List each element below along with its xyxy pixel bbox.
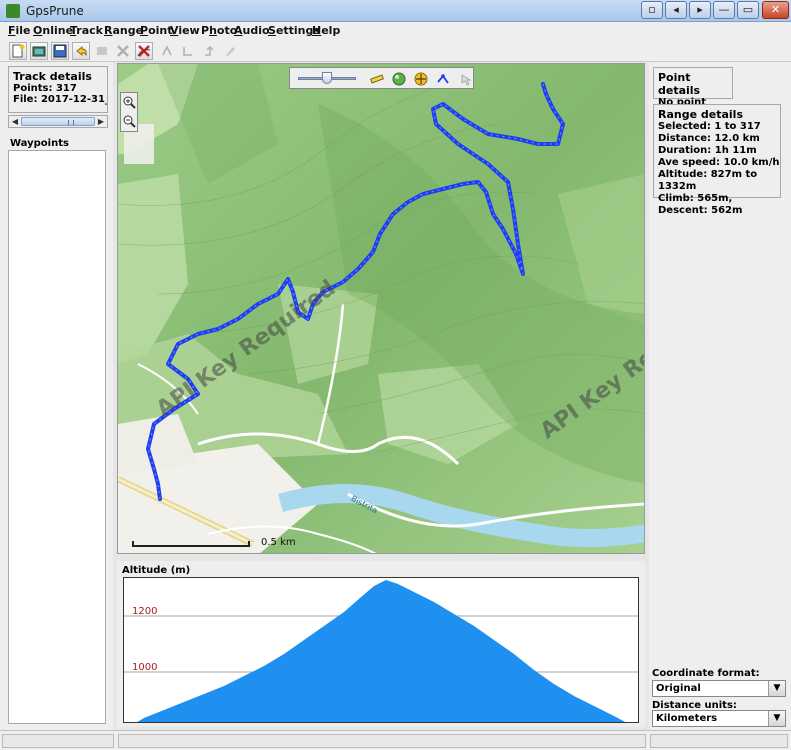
map-controls (289, 67, 474, 89)
menu-point[interactable]: Point (140, 24, 172, 37)
title-bar: GpsPrune ▫ ◂ ▸ — ▭ ✕ (0, 0, 791, 22)
delete-point-icon (117, 45, 129, 57)
close-button[interactable]: ✕ (762, 1, 789, 19)
app-icon (6, 4, 20, 18)
distance-units-select[interactable]: Kilometers ▼ (652, 710, 786, 727)
waypoints-list[interactable] (8, 150, 106, 724)
open-file-icon (32, 46, 46, 57)
range-distance: Distance: 12.0 km (658, 133, 760, 144)
undo-icon (76, 45, 87, 57)
altitude-chart (124, 580, 638, 722)
zoom-in-icon (123, 96, 136, 109)
connect-points-icon[interactable] (436, 72, 450, 86)
chevron-down-icon[interactable]: ▼ (768, 681, 785, 696)
delete-point-button[interactable] (114, 42, 132, 60)
zoom-out-button[interactable] (122, 114, 136, 130)
range-details-title: Range details (658, 108, 743, 121)
minimize-button[interactable]: — (713, 1, 735, 19)
menu-file[interactable]: File (8, 24, 31, 37)
coordinate-format-select[interactable]: Original ▼ (652, 680, 786, 697)
edit-mode-icon[interactable] (458, 72, 472, 86)
altitude-profile-panel: Altitude (m) 1200 1000 (117, 561, 645, 727)
coordinate-format-label: Coordinate format: (652, 668, 760, 679)
save-icon (53, 44, 67, 58)
delete-range-button[interactable] (135, 42, 153, 60)
interpolate-icon (183, 47, 192, 56)
undo-button[interactable] (72, 42, 90, 60)
edit-point-icon (97, 47, 107, 55)
map-view[interactable]: API Key Required API Key Re 0.5 km Bistr… (117, 63, 645, 554)
menu-online[interactable]: Online (33, 24, 73, 37)
menu-view[interactable]: View (170, 24, 200, 37)
distance-units-value: Kilometers (656, 713, 718, 724)
pan-icon[interactable] (414, 72, 428, 86)
range-climb: Climb: 565m, Descent: 562m (658, 193, 743, 216)
delete-range-icon (137, 45, 151, 57)
menu-help[interactable]: Help (312, 24, 340, 37)
interpolate-button[interactable] (179, 42, 197, 60)
altitude-profile-title: Altitude (m) (122, 565, 191, 576)
window-forward-button[interactable]: ▸ (689, 1, 711, 19)
menu-audio[interactable]: Audio (234, 24, 270, 37)
menu-track[interactable]: Track (70, 24, 103, 37)
altitude-area (137, 580, 626, 722)
coordinate-format-value: Original (656, 683, 701, 694)
zoom-buttons (120, 92, 138, 132)
menu-range[interactable]: Range (104, 24, 143, 37)
menu-photo[interactable]: Photo (201, 24, 237, 37)
scroll-left-icon[interactable]: ◀ (10, 117, 20, 127)
zoom-in-button[interactable] (122, 95, 136, 111)
track-details-title: Track details (13, 70, 92, 83)
chevron-down-icon[interactable]: ▼ (768, 711, 785, 726)
range-details-panel: Range details Selected: 1 to 317 Distanc… (653, 104, 781, 216)
right-panel: Point details No point selected Range de… (649, 62, 791, 730)
scroll-right-icon[interactable]: ▶ (96, 117, 106, 127)
merge-button[interactable] (200, 42, 218, 60)
range-selected: Selected: 1 to 317 (658, 121, 761, 132)
waypoints-title: Waypoints (10, 138, 69, 149)
draw-button[interactable] (221, 42, 239, 60)
altitude-plot[interactable]: 1200 1000 (123, 577, 639, 723)
window-menu-button[interactable]: ▫ (641, 1, 663, 19)
maximize-button[interactable]: ▭ (737, 1, 759, 19)
window-title: GpsPrune (26, 4, 84, 18)
status-cell-center (118, 734, 646, 748)
status-cell-left (2, 734, 114, 748)
crop-icon (162, 45, 172, 56)
status-cell-right (650, 734, 788, 748)
tick-1000: 1000 (132, 662, 158, 673)
ruler-icon[interactable] (370, 72, 384, 86)
scroll-thumb[interactable] (21, 117, 95, 126)
range-ave-speed: Ave speed: 10.0 km/h (658, 157, 780, 168)
zoom-out-icon (123, 115, 136, 128)
range-altitude: Altitude: 827m to 1332m (658, 169, 758, 192)
toolbar (0, 40, 791, 62)
point-scrollbar[interactable]: ◀ ▶ (8, 115, 108, 128)
save-button[interactable] (51, 42, 69, 60)
zoom-slider-thumb[interactable] (322, 72, 332, 84)
status-bar (0, 730, 791, 750)
range-duration: Duration: 1h 11m (658, 145, 757, 156)
point-details-panel: Point details No point selected (653, 67, 733, 119)
window-back-button[interactable]: ◂ (665, 1, 687, 19)
track-file: File: 2017-12-31_13... (13, 94, 107, 105)
new-file-button[interactable] (9, 42, 27, 60)
edit-point-button[interactable] (93, 42, 111, 60)
draw-icon (226, 47, 235, 56)
left-panel: Track details Points: 317 File: 2017-12-… (0, 62, 113, 730)
open-file-button[interactable] (30, 42, 48, 60)
new-file-icon (12, 44, 25, 58)
globe-icon[interactable] (392, 72, 406, 86)
grip-icon (68, 120, 74, 125)
point-details-title: Point details (658, 71, 701, 97)
menu-bar: File Online Track Range Point View Photo… (0, 22, 791, 40)
crop-button[interactable] (158, 42, 176, 60)
scale-bar (132, 541, 250, 547)
merge-icon (205, 45, 214, 56)
scale-label: 0.5 km (261, 537, 296, 548)
track-points: Points: 317 (13, 83, 77, 94)
tick-1200: 1200 (132, 606, 158, 617)
map-tiles (118, 64, 644, 553)
track-details-panel: Track details Points: 317 File: 2017-12-… (8, 66, 108, 113)
